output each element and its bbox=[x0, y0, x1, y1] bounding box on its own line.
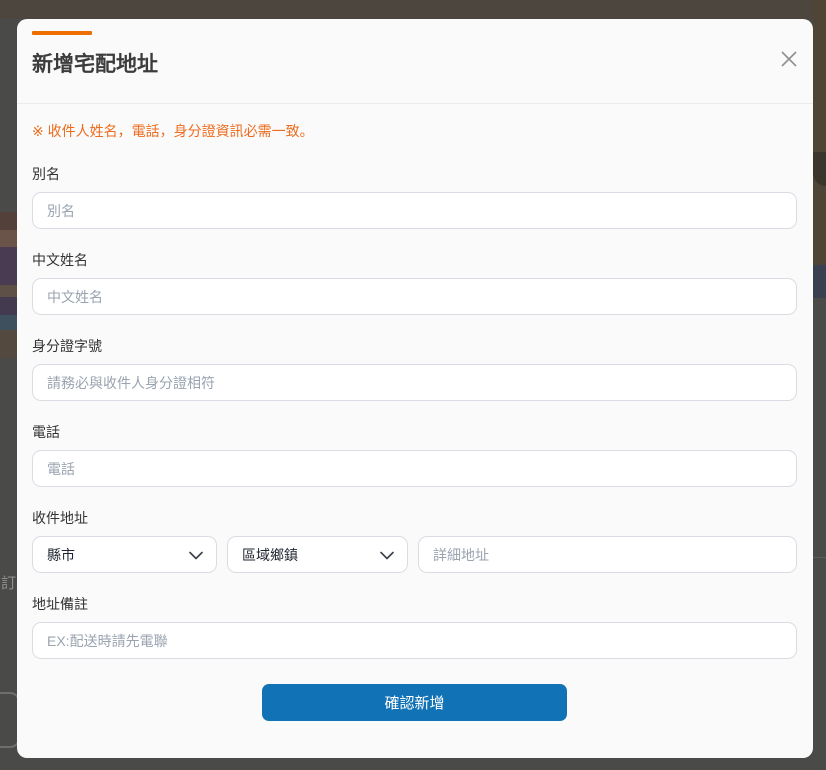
modal-title: 新增宅配地址 bbox=[32, 52, 797, 78]
phone-input[interactable] bbox=[32, 450, 797, 487]
district-select-value: 區域鄉鎮 bbox=[242, 545, 298, 565]
field-delivery-address: 收件地址 縣市 區域鄉鎮 bbox=[32, 508, 797, 573]
add-delivery-address-modal: 新增宅配地址 ※ 收件人姓名，電話，身分證資訊必需一致。 別名 中文姓名 身分證… bbox=[17, 19, 813, 758]
chinese-name-input[interactable] bbox=[32, 278, 797, 315]
confirm-add-button[interactable]: 確認新增 bbox=[262, 684, 567, 721]
required-notice: ※ 收件人姓名，電話，身分證資訊必需一致。 bbox=[32, 122, 797, 141]
background-person-illustration bbox=[0, 212, 17, 358]
field-alias: 別名 bbox=[32, 164, 797, 229]
background-right-band bbox=[813, 265, 826, 298]
alias-input[interactable] bbox=[32, 192, 797, 229]
field-id-number: 身分證字號 bbox=[32, 336, 797, 401]
id-number-label: 身分證字號 bbox=[32, 336, 797, 356]
chevron-down-icon bbox=[380, 547, 394, 563]
background-right-illustration-detail bbox=[813, 152, 826, 186]
submit-row: 確認新增 bbox=[32, 684, 797, 721]
address-note-label: 地址備註 bbox=[32, 594, 797, 614]
modal-header: 新增宅配地址 bbox=[17, 19, 813, 104]
background-right-divider bbox=[813, 557, 826, 558]
city-select[interactable]: 縣市 bbox=[32, 536, 217, 573]
chevron-down-icon bbox=[189, 547, 203, 563]
address-detail-input[interactable] bbox=[418, 536, 797, 573]
address-note-input[interactable] bbox=[32, 622, 797, 659]
background-top-strip bbox=[0, 0, 826, 19]
accent-bar bbox=[32, 31, 92, 35]
district-select[interactable]: 區域鄉鎮 bbox=[227, 536, 408, 573]
delivery-address-label: 收件地址 bbox=[32, 508, 797, 528]
city-select-value: 縣市 bbox=[47, 545, 75, 565]
background-right-illustration bbox=[813, 0, 826, 265]
field-chinese-name: 中文姓名 bbox=[32, 250, 797, 315]
background-partial-text: 訂單 bbox=[1, 574, 18, 594]
chinese-name-label: 中文姓名 bbox=[32, 250, 797, 270]
background-right-area bbox=[813, 298, 826, 770]
alias-label: 別名 bbox=[32, 164, 797, 184]
field-phone: 電話 bbox=[32, 422, 797, 487]
address-row: 縣市 區域鄉鎮 bbox=[32, 536, 797, 573]
phone-label: 電話 bbox=[32, 422, 797, 442]
close-icon bbox=[780, 50, 798, 68]
field-address-note: 地址備註 bbox=[32, 594, 797, 659]
close-button[interactable] bbox=[779, 49, 799, 69]
id-number-input[interactable] bbox=[32, 364, 797, 401]
